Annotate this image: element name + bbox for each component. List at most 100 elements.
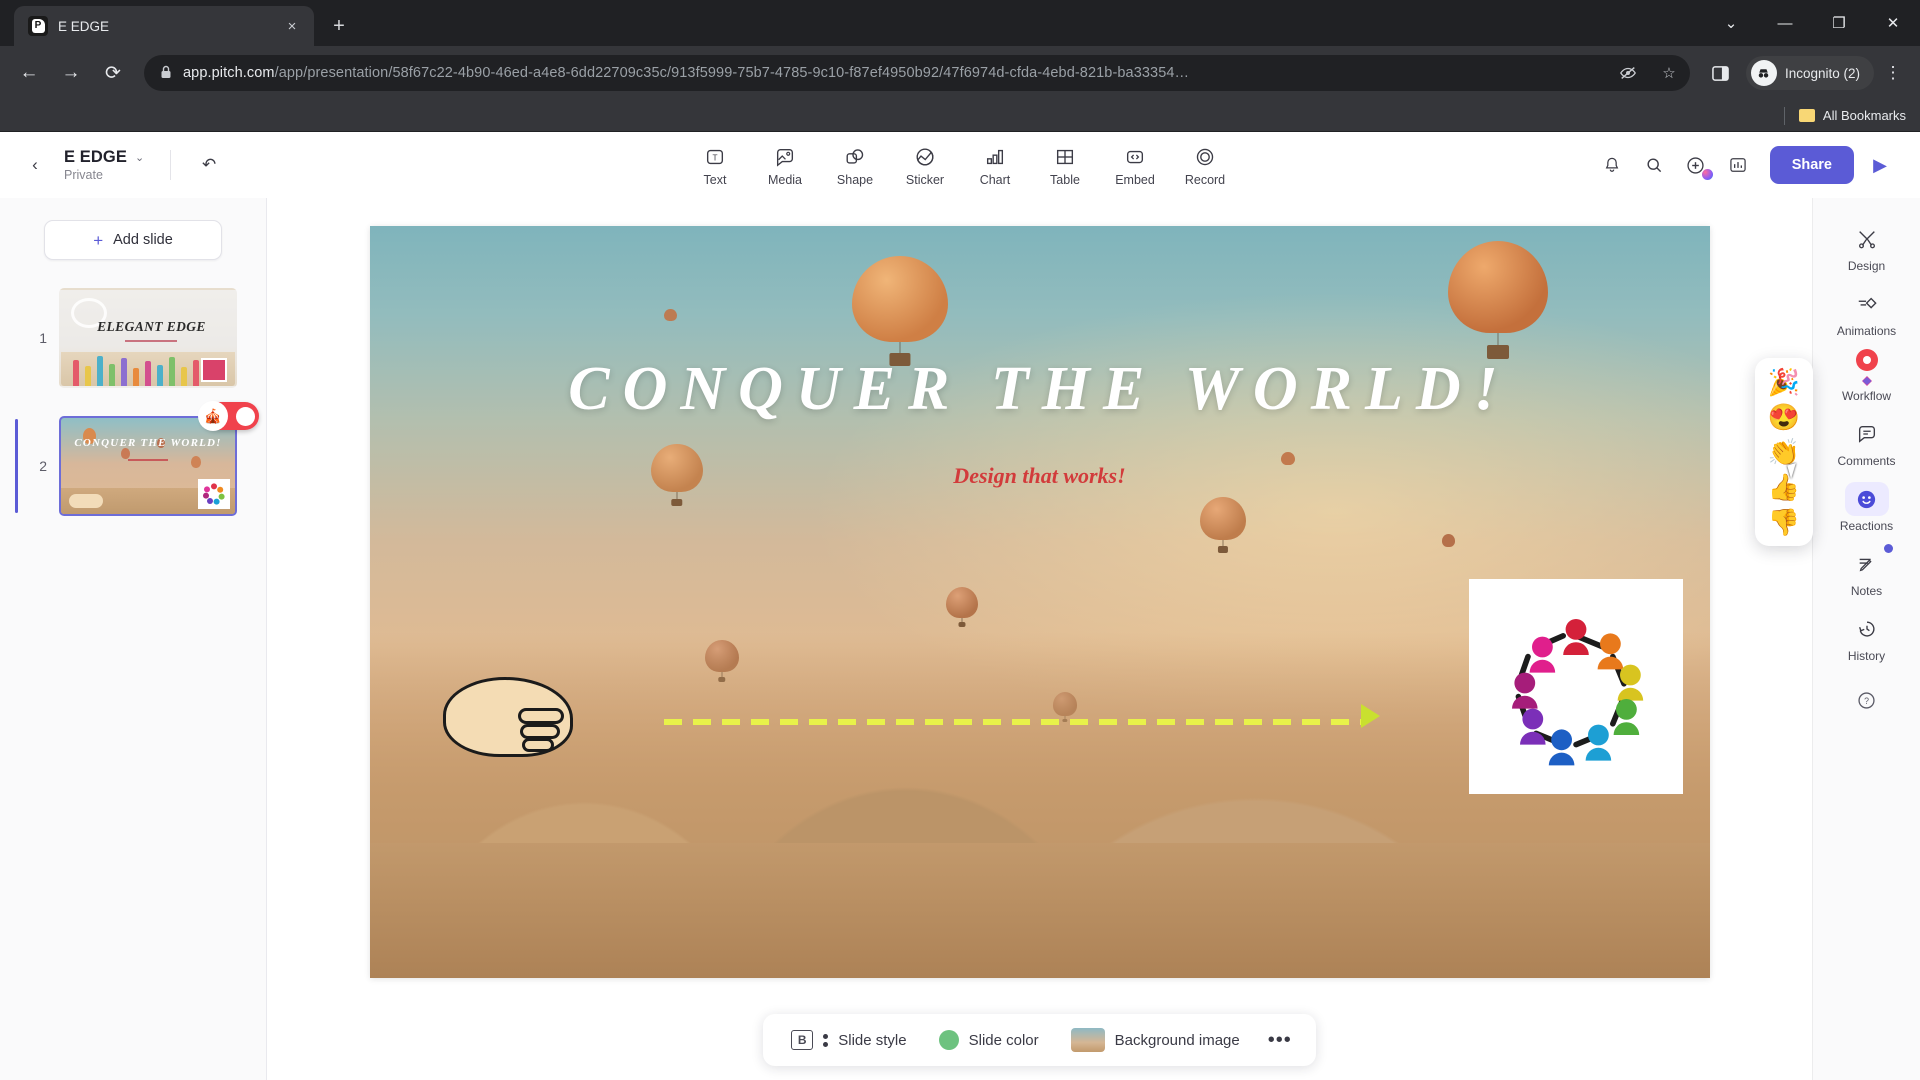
thumb-photo [201,358,227,382]
tool-text[interactable]: T Text [684,143,746,187]
tab-strip: P E EDGE × + ⌄ — ❐ ✕ [0,0,1920,46]
emoji-thumbs-down[interactable]: 👎 [1768,507,1800,537]
chart-icon [984,145,1006,169]
tool-label: Sticker [905,173,945,187]
slide-color-button[interactable]: Slide color [925,1020,1053,1060]
analytics-icon[interactable] [1720,147,1756,183]
page-title: E EDGE [64,148,127,166]
share-button[interactable]: Share [1769,146,1854,184]
browser-menu-icon[interactable]: ⋮ [1876,54,1910,92]
thumb-logo [198,479,230,509]
undo-icon[interactable]: ↶ [193,149,225,181]
embed-icon [1124,145,1146,169]
toolbar-right: Incognito (2) ⋮ [1702,54,1910,92]
balloon [1448,241,1549,360]
address-bar[interactable]: app.pitch.com/app/presentation/58f67c22-… [144,55,1690,91]
no-tracking-icon[interactable] [1613,58,1643,88]
insert-toolbar: T Text Media Shape Sticker Chart Table E… [684,143,1236,187]
rail-item-history[interactable]: History [1821,604,1913,667]
history-icon [1845,612,1889,646]
rail-item-notes[interactable]: Notes [1821,539,1913,602]
slide-thumbnail-2[interactable]: CONQUER THE WORLD! [59,416,237,516]
window-close-icon[interactable]: ✕ [1866,0,1920,46]
tool-table[interactable]: Table [1034,143,1096,187]
minimize-icon[interactable]: — [1758,0,1812,46]
tab-search-icon[interactable]: ⌄ [1704,0,1758,46]
slide-canvas[interactable]: CONQUER THE WORLD! Design that works! [369,226,1710,978]
emoji-party[interactable]: 🎉 [1768,367,1800,397]
slide-subtitle[interactable]: Design that works! [953,463,1125,489]
search-icon[interactable] [1636,147,1672,183]
tool-shape[interactable]: Shape [824,143,886,187]
style-dots-icon [823,1033,829,1047]
back-to-workspace-icon[interactable]: ‹ [20,150,50,180]
rail-item-reactions[interactable]: Reactions [1821,474,1913,537]
back-icon[interactable]: ← [10,54,48,92]
teamwork-logo-card[interactable] [1468,579,1683,795]
background-image-button[interactable]: Background image [1057,1020,1254,1060]
slide-canvas-area: CONQUER THE WORLD! Design that works! B … [267,198,1812,1080]
dashed-arrow-line[interactable] [664,718,1362,725]
tool-media[interactable]: Media [754,143,816,187]
browser-toolbar: ← → ⟳ app.pitch.com/app/presentation/58f… [0,46,1920,100]
slide-style-bar: B Slide style Slide color Background ima… [763,1014,1316,1066]
incognito-icon [1750,60,1777,86]
svg-text:T: T [712,154,717,163]
thumb-hands-art [69,494,103,508]
slide-thumbnail-row[interactable]: 1 ELEGANT EDGE [29,288,237,388]
forward-icon[interactable]: → [52,54,90,92]
maximize-icon[interactable]: ❐ [1812,0,1866,46]
more-options-icon[interactable]: ••• [1258,1029,1302,1052]
rail-label: History [1847,649,1886,663]
slide-thumbnail-row[interactable]: 2 CONQUER THE WORLD! 🎪 [15,401,259,516]
workflow-icon [1845,349,1889,386]
profile-button[interactable]: Incognito (2) [1745,56,1874,90]
all-bookmarks-label[interactable]: All Bookmarks [1823,108,1906,123]
thumb-subtitle-dash [128,459,168,462]
new-tab-button[interactable]: + [324,11,354,41]
notes-badge-dot [1883,544,1893,553]
bookmark-star-icon[interactable]: ☆ [1654,58,1684,88]
app-toolbar: ‹ E EDGE ⌄ Private ↶ T Text Media Shape … [0,132,1920,198]
notification-bell-icon[interactable] [1594,147,1630,183]
rail-item-workflow[interactable]: Workflow [1821,344,1913,407]
slide-thumbnail-1[interactable]: ELEGANT EDGE [59,288,237,388]
add-icon[interactable] [1678,147,1714,183]
handshake-drawing[interactable] [443,677,574,758]
tool-record[interactable]: Record [1174,143,1236,187]
slide-number: 2 [39,458,47,474]
side-panel-icon[interactable] [1702,54,1740,92]
tab-title: E EDGE [58,18,110,34]
tool-sticker[interactable]: Sticker [894,143,956,187]
rail-item-comments[interactable]: Comments [1821,409,1913,472]
app-toolbar-right: Share ▶ [1594,146,1900,184]
emoji-heart-eyes[interactable]: 😍 [1768,402,1800,432]
slide-title[interactable]: CONQUER THE WORLD! [568,354,1511,425]
slide-style-button[interactable]: B Slide style [777,1020,920,1060]
animations-icon [1845,287,1889,321]
bookmarks-bar: All Bookmarks [0,100,1920,132]
toggle-knob [236,406,255,426]
window-controls: ⌄ — ❐ ✕ [1704,0,1920,46]
arrow-head-shape[interactable] [1361,704,1381,729]
slide-skip-toggle[interactable]: 🎪 [198,401,259,431]
balloon [1280,451,1295,469]
reload-icon[interactable]: ⟳ [94,54,132,92]
chevron-down-icon[interactable]: ⌄ [135,151,144,164]
reactions-popup[interactable]: 🎉 😍 👏 👍 👎 [1755,358,1813,546]
close-icon[interactable]: × [280,14,304,38]
present-play-icon[interactable]: ▶ [1860,146,1900,184]
add-slide-button[interactable]: + Add slide [44,220,222,260]
rail-item-animations[interactable]: Animations [1821,279,1913,342]
rail-item-design[interactable]: Design [1821,214,1913,277]
background-image-label: Background image [1114,1031,1240,1049]
rail-label: Notes [1850,584,1883,598]
tool-chart[interactable]: Chart [964,143,1026,187]
help-icon[interactable]: ? [1850,683,1884,717]
divider [170,150,172,180]
rail-label: Design [1847,259,1886,273]
notes-icon [1845,547,1889,581]
tool-embed[interactable]: Embed [1104,143,1166,187]
browser-tab[interactable]: P E EDGE × [14,6,314,46]
balloon [1441,534,1455,550]
